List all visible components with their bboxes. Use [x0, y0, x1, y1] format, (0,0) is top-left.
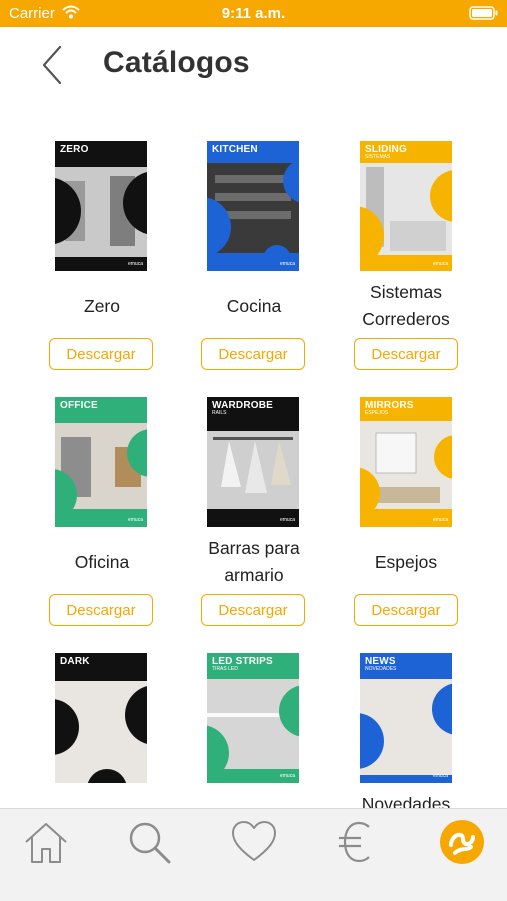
download-button[interactable]: Descargar	[49, 594, 153, 626]
catalog-cover-dark[interactable]: DARK	[55, 653, 147, 783]
catalog-cover-sliding[interactable]: SLIDING SISTEMAS emuca	[360, 141, 452, 271]
euro-icon	[339, 821, 370, 863]
tab-catalogs[interactable]	[437, 817, 487, 867]
cover-title: KITCHEN	[212, 144, 258, 155]
download-button[interactable]: Descargar	[354, 594, 458, 626]
emuca-logo-icon	[440, 820, 484, 864]
catalog-cover-news[interactable]: NEWS NOVEDADES emuca	[360, 653, 452, 783]
download-button[interactable]: Descargar	[354, 338, 458, 370]
tab-prices[interactable]	[333, 817, 383, 867]
cover-title: OFFICE	[60, 400, 98, 411]
cover-brand: emuca	[127, 261, 143, 267]
catalog-grid[interactable]: ZERO emuca Zero Descargar KITCHEN emuca …	[0, 105, 507, 808]
catalog-cover-wardrobe[interactable]: WARDROBE RAILS emuca	[207, 397, 299, 527]
cover-brand: emuca	[432, 517, 448, 523]
download-button[interactable]: Descargar	[49, 338, 153, 370]
cover-subtitle: ESPEJOS	[365, 410, 389, 416]
cover-brand: emuca	[127, 517, 143, 523]
cover-title: DARK	[60, 656, 90, 667]
catalog-name: Oficina	[74, 552, 130, 572]
catalog-name: Cocina	[226, 296, 282, 316]
catalog-cover-cocina[interactable]: KITCHEN emuca	[207, 141, 299, 271]
cover-brand: emuca	[279, 773, 295, 779]
navigation-bar: Catálogos	[0, 27, 507, 105]
status-bar: Carrier 9:11 a.m.	[0, 0, 507, 27]
tab-bar	[0, 808, 507, 901]
catalog-name: Barras para armario	[208, 538, 300, 585]
catalog-cover-led-strips[interactable]: LED STRIPS TIRAS LED emuca	[207, 653, 299, 783]
catalog-name: Sistemas Correderos	[362, 282, 450, 329]
cover-subtitle: NOVEDADES	[365, 666, 397, 672]
cover-brand: emuca	[279, 517, 295, 523]
home-icon	[25, 823, 67, 863]
catalog-cover-zero[interactable]: ZERO emuca	[55, 141, 147, 271]
catalog-name: Espejos	[374, 552, 438, 572]
cover-brand: emuca	[432, 261, 448, 267]
cover-subtitle: TIRAS LED	[212, 666, 238, 672]
tab-search[interactable]	[124, 817, 174, 867]
battery-icon	[469, 6, 499, 25]
heart-icon	[232, 821, 276, 861]
cover-brand: emuca	[432, 773, 448, 779]
tab-home[interactable]	[21, 817, 71, 867]
back-button[interactable]	[36, 43, 70, 87]
search-icon	[129, 822, 171, 864]
cover-subtitle: RAILS	[212, 410, 227, 416]
catalog-cover-mirrors[interactable]: MIRRORS ESPEJOS emuca	[360, 397, 452, 527]
clock: 9:11 a.m.	[221, 5, 286, 22]
cover-subtitle: SISTEMAS	[365, 154, 391, 160]
chevron-left-icon	[42, 45, 62, 85]
cover-brand: emuca	[279, 261, 295, 267]
catalog-cover-office[interactable]: OFFICE emuca	[55, 397, 147, 527]
download-button[interactable]: Descargar	[201, 594, 305, 626]
tab-favorites[interactable]	[229, 817, 279, 867]
download-button[interactable]: Descargar	[201, 338, 305, 370]
catalog-name: Novedades	[361, 794, 451, 808]
page-title: Catálogos	[103, 46, 250, 79]
catalog-name: Zero	[84, 296, 120, 316]
cover-title: ZERO	[60, 144, 89, 155]
